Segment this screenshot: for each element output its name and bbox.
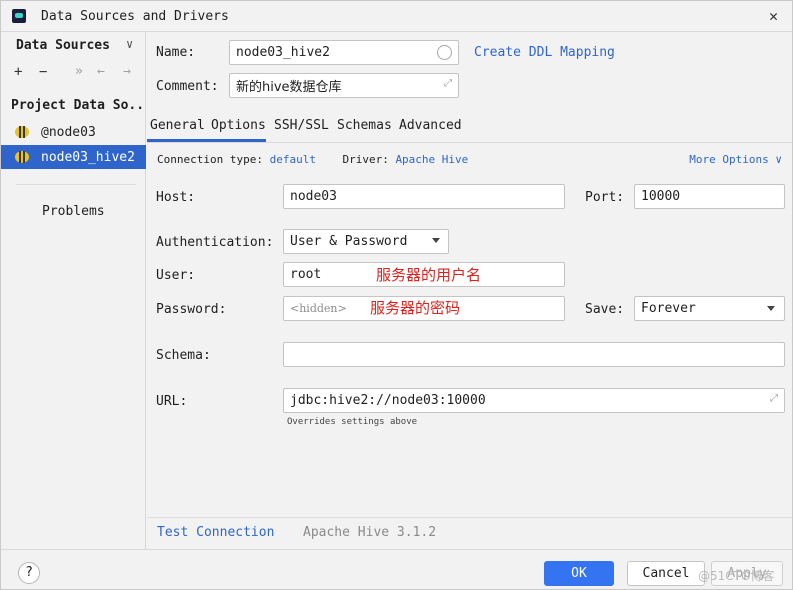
schema-label: Schema:: [156, 348, 211, 363]
dropdown-arrow-icon: [767, 306, 775, 311]
tab-advanced[interactable]: Advanced: [399, 118, 462, 133]
url-field[interactable]: jdbc:hive2://node03:10000 ⤢: [283, 388, 785, 413]
url-hint: Overrides settings above: [287, 417, 418, 427]
name-label: Name:: [156, 45, 196, 60]
add-icon[interactable]: +: [14, 64, 22, 80]
name-value: node03_hive2: [236, 45, 330, 60]
project-data-sources-header: Project Data So..: [11, 98, 145, 113]
user-value: root: [290, 267, 322, 282]
chevron-down-icon[interactable]: ∨: [126, 37, 133, 51]
sidebar-item-label: @node03: [41, 124, 96, 140]
name-field[interactable]: node03_hive2: [229, 40, 459, 65]
expand-icon[interactable]: ⤢: [444, 78, 452, 89]
watermark: @51CTO博客: [698, 569, 775, 583]
sidebar-header[interactable]: Data Sources: [16, 38, 110, 53]
sidebar-toolbar: + − » ← →: [11, 64, 141, 82]
sidebar-item-node03[interactable]: @node03: [1, 120, 146, 144]
title-bar: Data Sources and Drivers ✕: [1, 1, 792, 32]
sidebar-divider: [16, 184, 136, 185]
sidebar-item-label: node03_hive2: [41, 149, 135, 165]
back-arrow-icon[interactable]: ←: [97, 64, 105, 79]
tab-bar: General Options SSH/SSL Schemas Advanced: [147, 112, 792, 143]
password-placeholder: <hidden>: [290, 302, 347, 315]
remove-icon[interactable]: −: [39, 64, 47, 80]
create-ddl-mapping-link[interactable]: Create DDL Mapping: [474, 45, 615, 60]
hive-bee-icon: [15, 126, 29, 138]
chevron-down-icon: ∨: [775, 153, 782, 166]
dialog-footer: ? OK Cancel Apply @51CTO博客: [1, 549, 792, 589]
comment-label: Comment:: [156, 79, 219, 94]
user-label: User:: [156, 268, 196, 283]
port-field[interactable]: 10000: [634, 184, 785, 209]
more-icon[interactable]: »: [75, 64, 83, 79]
radio-circle-icon[interactable]: [437, 45, 452, 60]
sidebar-item-problems[interactable]: Problems: [42, 204, 105, 219]
expand-icon[interactable]: ⤢: [770, 393, 778, 404]
more-options-label: More Options: [689, 153, 769, 166]
save-value: Forever: [641, 301, 696, 316]
bottom-separator: [147, 517, 792, 518]
comment-field[interactable]: 新的hive数据仓库 ⤢: [229, 73, 459, 98]
datagrip-app-icon: [12, 9, 26, 23]
tab-schemas[interactable]: Schemas: [337, 118, 392, 133]
tab-ssh-ssl[interactable]: SSH/SSL: [274, 118, 329, 133]
window-title: Data Sources and Drivers: [41, 9, 229, 24]
dropdown-arrow-icon: [432, 238, 440, 243]
hive-bee-icon: [15, 151, 29, 163]
host-field[interactable]: node03: [283, 184, 565, 209]
connection-type-label: Connection type:: [157, 153, 263, 166]
host-value: node03: [290, 189, 337, 204]
schema-field[interactable]: [283, 342, 785, 367]
driver-value[interactable]: Apache Hive: [395, 153, 468, 166]
password-annotation: 服务器的密码: [370, 299, 461, 317]
authentication-select[interactable]: User & Password: [283, 229, 449, 254]
ok-button[interactable]: OK: [544, 561, 614, 586]
connection-type-value[interactable]: default: [270, 153, 316, 166]
help-button[interactable]: ?: [18, 562, 40, 584]
close-icon[interactable]: ✕: [769, 7, 778, 25]
port-value: 10000: [641, 189, 681, 204]
sidebar-item-node03-hive2[interactable]: node03_hive2: [1, 145, 146, 169]
sidebar: Data Sources ∨ + − » ← → Project Data So…: [1, 32, 146, 549]
url-value: jdbc:hive2://node03:10000: [290, 393, 486, 408]
comment-value: 新的hive数据仓库: [236, 80, 342, 95]
save-label: Save:: [585, 302, 625, 317]
more-options-link[interactable]: More Options ∨: [689, 153, 782, 166]
driver-label: Driver:: [342, 153, 389, 166]
test-connection-link[interactable]: Test Connection: [157, 525, 274, 540]
authentication-value: User & Password: [290, 234, 408, 249]
user-annotation: 服务器的用户名: [376, 266, 482, 284]
authentication-label: Authentication:: [156, 235, 274, 250]
port-label: Port:: [585, 190, 625, 205]
save-select[interactable]: Forever: [634, 296, 785, 321]
tab-general[interactable]: General: [150, 118, 205, 133]
connection-info-line: Connection type: default Driver: Apache …: [157, 153, 468, 166]
password-label: Password:: [156, 302, 227, 317]
cancel-button[interactable]: Cancel: [627, 561, 705, 586]
dialog-window: Data Sources and Drivers ✕ Data Sources …: [0, 0, 793, 590]
main-panel: Name: node03_hive2 Create DDL Mapping Co…: [147, 32, 792, 549]
driver-version: Apache Hive 3.1.2: [303, 525, 437, 540]
url-label: URL:: [156, 394, 188, 409]
host-label: Host:: [156, 190, 196, 205]
tab-options[interactable]: Options: [211, 118, 266, 133]
active-tab-indicator: [147, 139, 266, 142]
forward-arrow-icon[interactable]: →: [123, 64, 131, 79]
